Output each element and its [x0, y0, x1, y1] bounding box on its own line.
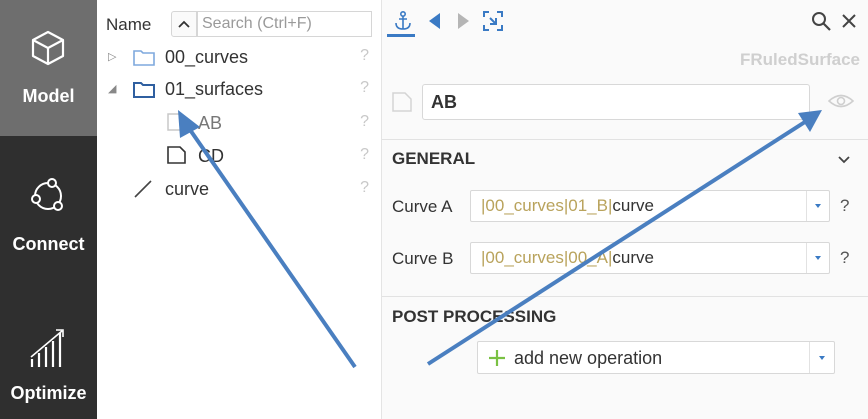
dropdown-button[interactable]: [809, 342, 834, 373]
object-name-input[interactable]: [422, 84, 810, 120]
folder-icon: [133, 82, 155, 98]
close-icon[interactable]: [838, 10, 860, 32]
help-icon[interactable]: ?: [840, 248, 849, 268]
anchor-icon[interactable]: [392, 10, 414, 32]
locate-icon[interactable]: [482, 10, 504, 32]
forward-arrow-icon[interactable]: [452, 10, 474, 32]
curve-b-value: |00_curves|00_A|curve: [481, 248, 654, 267]
tree-row-label: curve: [165, 179, 210, 199]
nav-label-optimize: Optimize: [10, 383, 87, 403]
help-icon[interactable]: ?: [360, 179, 369, 197]
caret-down-icon: [819, 356, 825, 360]
tree-row-label: 01_surfaces: [165, 79, 264, 99]
help-icon[interactable]: ?: [360, 146, 369, 164]
caret-down-icon: [815, 204, 821, 208]
surface-icon: [392, 92, 412, 112]
left-nav: Model Connect Optimize: [0, 0, 97, 419]
line-icon: [134, 180, 152, 198]
section-title-general: GENERAL: [392, 149, 476, 168]
surface-icon: [167, 113, 186, 131]
curve-b-select[interactable]: |00_curves|00_A|curve: [470, 242, 830, 274]
sort-button[interactable]: [171, 11, 197, 37]
chevron-up-icon: [178, 20, 190, 28]
network-icon: [31, 178, 63, 211]
back-arrow-icon[interactable]: [424, 10, 446, 32]
cube-icon: [31, 30, 65, 66]
tree-row-curve[interactable]: curve ?: [97, 173, 381, 205]
bar-chart-icon: [30, 329, 64, 367]
divider: [382, 139, 868, 140]
folder-icon: [133, 50, 155, 66]
search-icon[interactable]: [810, 10, 832, 32]
collapse-caret-icon[interactable]: ◢: [108, 82, 116, 95]
help-icon[interactable]: ?: [360, 47, 369, 65]
help-icon[interactable]: ?: [840, 196, 849, 216]
nav-label-model: Model: [22, 86, 75, 106]
object-type-label: FRuledSurface: [740, 50, 860, 69]
divider: [382, 296, 868, 297]
eye-icon[interactable]: [828, 92, 854, 110]
expand-caret-icon[interactable]: ▷: [108, 50, 116, 63]
curve-a-label: Curve A: [392, 197, 453, 216]
tree-row-label: AB: [198, 113, 223, 133]
tree-row-cd[interactable]: CD ?: [97, 140, 381, 172]
nav-label-connect: Connect: [12, 234, 85, 254]
help-icon[interactable]: ?: [360, 113, 369, 131]
tree-row-00-curves[interactable]: ▷ 00_curves ?: [97, 41, 381, 73]
add-operation-label: add new operation: [514, 348, 663, 368]
tree-panel: Name ▷ 00_curves ? ◢ 01_surfaces ?: [97, 0, 382, 419]
search-input[interactable]: [197, 11, 372, 37]
dropdown-button[interactable]: [806, 243, 829, 273]
curve-a-value: |00_curves|01_B|curve: [481, 196, 654, 215]
add-operation-button[interactable]: add new operation: [477, 341, 835, 374]
properties-panel: FRuledSurface GENERAL Curve A |00_curves…: [382, 0, 868, 419]
surface-icon: [167, 146, 186, 164]
section-title-post-processing: POST PROCESSING: [392, 307, 557, 326]
chevron-down-icon[interactable]: [836, 152, 852, 168]
app-window: Model Connect Optimize Name Search (Ctrl…: [0, 0, 868, 419]
help-icon[interactable]: ?: [360, 79, 369, 97]
name-column-label: Name: [106, 15, 152, 34]
curve-b-label: Curve B: [392, 249, 454, 268]
nav-item-connect[interactable]: Connect: [0, 140, 97, 276]
tree-row-label: 00_curves: [165, 47, 249, 67]
nav-item-optimize[interactable]: Optimize: [0, 283, 97, 419]
tree-row-01-surfaces[interactable]: ◢ 01_surfaces ?: [97, 73, 381, 105]
tree-header: Name: [97, 8, 381, 40]
active-tab-indicator: [387, 34, 415, 37]
plus-icon: [489, 350, 505, 366]
nav-item-model[interactable]: Model: [0, 0, 97, 136]
dropdown-button[interactable]: [806, 191, 829, 221]
tree-row-ab[interactable]: AB ?: [97, 107, 381, 139]
tree-row-label: CD: [198, 146, 224, 166]
curve-a-select[interactable]: |00_curves|01_B|curve: [470, 190, 830, 222]
caret-down-icon: [815, 256, 821, 260]
